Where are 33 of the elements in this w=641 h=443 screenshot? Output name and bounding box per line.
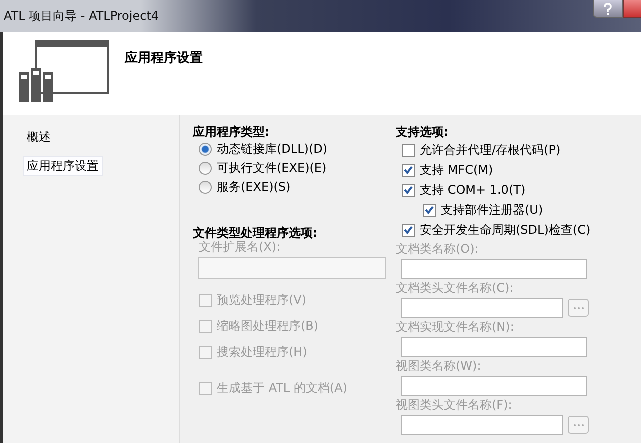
radio-button[interactable]: [199, 181, 212, 194]
section-heading: 应用程序类型:: [193, 124, 271, 140]
field-label: 文档实现文件名称(N):: [396, 321, 516, 334]
checkbox-label[interactable]: 支持 COM+ 1.0(T): [420, 182, 526, 198]
radio-label[interactable]: 可执行文件(EXE)(E): [217, 160, 327, 177]
help-button[interactable]: [593, 0, 623, 18]
field-label: 文档类名称(O):: [396, 243, 480, 256]
checkbox[interactable]: [423, 204, 436, 216]
radio-label[interactable]: 动态链接库(DLL)(D): [217, 141, 328, 158]
sidebar-item[interactable]: 概述: [23, 127, 55, 147]
checkbox[interactable]: [402, 184, 415, 196]
checkbox[interactable]: [402, 224, 415, 236]
checkbox[interactable]: [402, 164, 415, 176]
page-heading: 应用程序设置: [125, 50, 203, 67]
sidebar-item[interactable]: 应用程序设置: [23, 156, 103, 176]
window-title: ATL 项目向导 - ATLProject4: [4, 8, 160, 24]
checkbox-label[interactable]: 支持部件注册器(U): [441, 202, 544, 218]
section-heading: 支持选项:: [396, 124, 450, 140]
checkbox-label[interactable]: 安全开发生命周期(SDL)检查(C): [420, 222, 591, 238]
ellipsis-icon: [572, 306, 584, 310]
checkbox-label[interactable]: 支持 MFC(M): [420, 162, 494, 178]
checkbox-label[interactable]: 允许合并代理/存根代码(P): [420, 142, 561, 158]
section-heading: 文件类型处理程序选项:: [193, 225, 319, 241]
help-icon: [603, 2, 613, 14]
field-label: 视图类头文件名称(F):: [396, 399, 514, 412]
field-label: 文档类头文件名称(C):: [396, 282, 515, 295]
ellipsis-icon: [572, 424, 584, 426]
radio-button[interactable]: [199, 162, 212, 175]
radio-button[interactable]: [199, 143, 212, 156]
checkbox[interactable]: [402, 144, 415, 156]
field-label: 文件扩展名(X):: [198, 241, 282, 254]
field-label: 视图类名称(W):: [396, 360, 482, 373]
radio-label[interactable]: 服务(EXE)(S): [217, 179, 291, 196]
